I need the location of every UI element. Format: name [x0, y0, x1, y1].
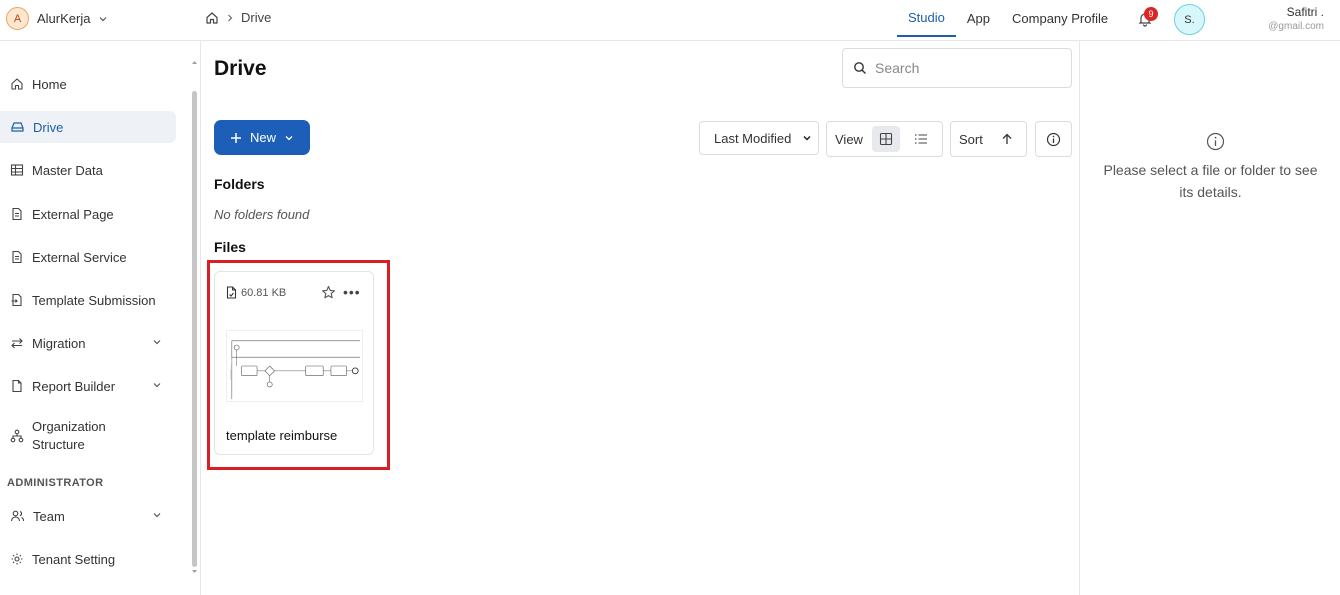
chevron-down-icon: [285, 135, 293, 140]
info-icon: [1046, 132, 1061, 146]
chevron-right-icon: [228, 14, 233, 21]
info-button[interactable]: [1035, 121, 1072, 157]
document-icon: [12, 207, 22, 221]
sidebar-item-label: Organization Structure: [32, 419, 106, 452]
info-icon: [1206, 132, 1225, 151]
search-input[interactable]: [875, 60, 1055, 76]
star-icon[interactable]: [321, 285, 336, 300]
more-options-icon[interactable]: •••: [343, 284, 361, 300]
document-icon: [12, 250, 22, 264]
user-email: @gmail.com: [1268, 21, 1324, 32]
sidebar-item-template-submission[interactable]: Template Submission: [0, 284, 176, 316]
tab-company-profile[interactable]: Company Profile: [1001, 0, 1119, 37]
notification-badge: 9: [1144, 7, 1158, 21]
file-thumbnail: [226, 330, 363, 402]
user-name: Safitri .: [1286, 5, 1324, 19]
view-toggle: View: [826, 121, 943, 157]
scroll-up-arrow-icon[interactable]: [191, 59, 198, 66]
chevron-down-icon: [100, 16, 107, 21]
chevron-down-icon: [803, 135, 811, 141]
details-panel: Please select a file or folder to see it…: [1079, 41, 1340, 595]
sidebar-item-external-page[interactable]: External Page: [0, 198, 176, 230]
sidebar-scrollbar[interactable]: [192, 91, 197, 567]
sidebar-item-drive[interactable]: Drive: [0, 111, 176, 143]
search-icon: [854, 62, 866, 74]
sidebar-item-external-service[interactable]: External Service: [0, 241, 176, 273]
tab-app[interactable]: App: [956, 0, 1001, 37]
file-name: template reimburse: [226, 428, 338, 443]
breadcrumb-current: Drive: [241, 10, 272, 25]
sidebar-item-tenant-setting[interactable]: Tenant Setting: [0, 543, 176, 575]
sidebar-item-label: Team: [33, 508, 65, 524]
sort-by-value: Last Modified: [714, 130, 792, 146]
new-button[interactable]: New: [214, 120, 310, 155]
sidebar-item-team[interactable]: Team: [0, 500, 176, 532]
admin-section-label: ADMINISTRATOR: [7, 477, 104, 489]
sidebar-item-organization-structure[interactable]: Organization Structure: [0, 416, 176, 456]
arrows-icon: [11, 338, 23, 349]
list-view-button[interactable]: [907, 126, 935, 152]
org-chart-icon: [10, 429, 24, 443]
grid-icon: [879, 132, 893, 146]
folders-heading: Folders: [214, 176, 265, 192]
sidebar-item-label: Migration: [32, 335, 86, 351]
arrow-up-icon: [1002, 133, 1012, 144]
chevron-down-icon: [153, 340, 161, 345]
file-card[interactable]: 60.81 KB ••• template reimburse: [214, 271, 374, 455]
file-size: 60.81 KB: [226, 286, 286, 299]
sidebar-item-label: Tenant Setting: [32, 551, 116, 567]
report-icon: [12, 379, 22, 393]
gear-icon: [11, 553, 23, 565]
org-switcher[interactable]: A AlurKerja: [6, 7, 108, 30]
sidebar-item-migration[interactable]: Migration: [0, 327, 176, 359]
file-size-label: 60.81 KB: [241, 286, 287, 299]
sidebar-item-label: Drive: [33, 119, 64, 135]
sidebar-item-report-builder[interactable]: Report Builder: [0, 370, 176, 402]
scroll-down-arrow-icon[interactable]: [191, 568, 198, 575]
team-icon: [10, 510, 25, 522]
chevron-down-icon: [153, 513, 161, 518]
search-box[interactable]: [842, 48, 1072, 88]
org-avatar: A: [6, 7, 29, 30]
chevron-down-icon: [153, 383, 161, 388]
org-name: AlurKerja: [37, 11, 91, 26]
main-content: Drive New Last Modified View Sort Folder…: [201, 41, 1079, 595]
file-icon: [226, 286, 237, 299]
breadcrumb: Drive: [205, 10, 271, 25]
sort-label: Sort: [959, 131, 983, 147]
table-icon: [10, 164, 24, 176]
page-title: Drive: [214, 57, 267, 80]
sidebar-item-label: Report Builder: [32, 378, 116, 394]
top-bar: A AlurKerja Drive Studio App Company Pro…: [0, 0, 1340, 41]
home-icon: [11, 78, 23, 90]
folders-empty-message: No folders found: [214, 207, 310, 222]
sidebar: Home Drive Master Data External Page Ext…: [0, 41, 201, 595]
list-icon: [915, 134, 927, 144]
sidebar-item-label: External Service: [32, 249, 127, 265]
sidebar-item-label: Master Data: [32, 162, 103, 178]
file-import-icon: [11, 293, 22, 307]
drive-icon: [11, 122, 24, 132]
files-heading: Files: [214, 239, 246, 255]
sort-direction-button[interactable]: Sort: [950, 121, 1027, 157]
sidebar-item-master-data[interactable]: Master Data: [0, 154, 176, 186]
sidebar-item-label: Home: [32, 76, 67, 92]
top-tabs: Studio App Company Profile: [897, 0, 1119, 41]
sort-by-select[interactable]: Last Modified: [699, 121, 819, 155]
sidebar-item-home[interactable]: Home: [0, 68, 176, 100]
plus-icon: [230, 132, 241, 143]
sidebar-item-label: External Page: [32, 206, 114, 222]
sidebar-item-label: Template Submission: [32, 292, 156, 308]
details-placeholder: Please select a file or folder to see it…: [1103, 162, 1318, 200]
user-avatar[interactable]: S.: [1174, 4, 1205, 35]
home-icon[interactable]: [205, 11, 219, 25]
grid-view-button[interactable]: [872, 126, 900, 152]
tab-studio[interactable]: Studio: [897, 0, 956, 37]
new-button-label: New: [249, 130, 276, 145]
view-label: View: [835, 131, 863, 147]
